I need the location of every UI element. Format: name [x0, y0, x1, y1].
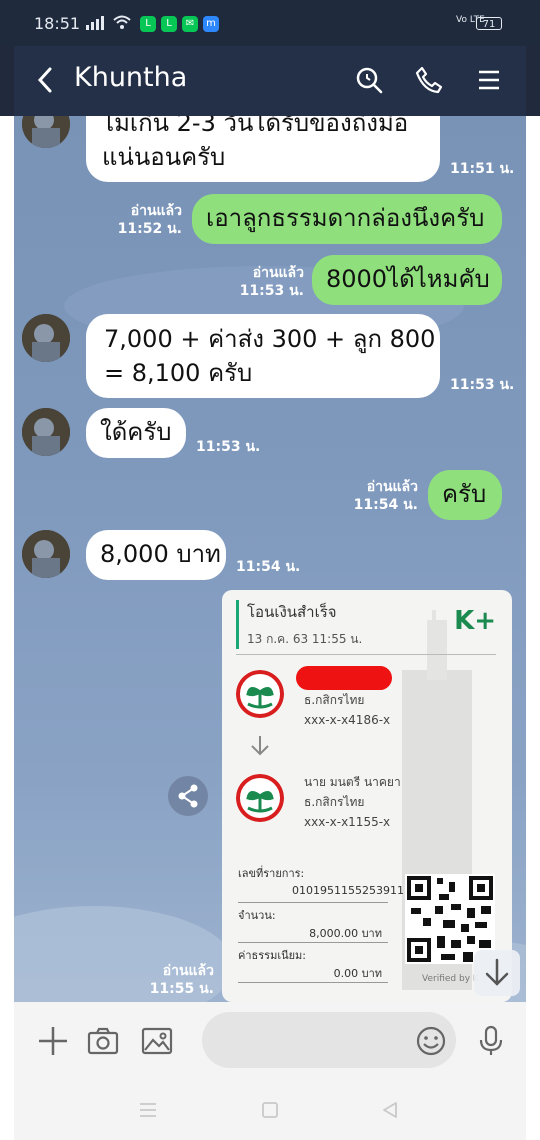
- transfer-slip-image[interactable]: โอนเงินสำเร็จ 13 ก.ค. 63 11:55 น. K+ ธ.ก…: [222, 590, 512, 1002]
- microphone-icon[interactable]: [474, 1024, 508, 1058]
- contact-name: Khuntha: [74, 62, 188, 93]
- message-bubble-incoming[interactable]: 8,000 บาท: [86, 530, 226, 580]
- fee-value: 0.00 บาท: [333, 967, 382, 980]
- message-bubble-incoming[interactable]: 7,000 + ค่าส่ง 300 + ลูก 800 = 8,100 ครั…: [86, 314, 440, 398]
- message-text: ไม่เกิน 2-3 วันได้รับของถึงมือ: [102, 116, 409, 137]
- plus-icon[interactable]: [36, 1024, 70, 1058]
- ref-label: เลขที่รายการ:: [238, 867, 305, 880]
- read-receipt: อ่านแล้ว 11:53 น.: [239, 265, 304, 299]
- fee-label: ค่าธรรมเนียม:: [238, 949, 306, 962]
- kbank-logo-icon: [236, 670, 284, 718]
- slip-datetime: 13 ก.ค. 63 11:55 น.: [247, 632, 363, 646]
- messenger-icon: m: [203, 16, 219, 32]
- status-bar: 18:51 L L ✉ m Vo LTE 71: [0, 0, 540, 46]
- divider: [238, 982, 388, 983]
- sender-account: ธ.กสิกรไทย xxx-x-x4186-x: [304, 693, 391, 727]
- message-text: ใด้ครับ: [100, 418, 172, 446]
- message-time: 11:51 น.: [450, 161, 515, 177]
- system-nav-bar: [14, 1086, 526, 1140]
- message-text: ครับ: [442, 480, 487, 508]
- back-arrow-icon[interactable]: [32, 65, 62, 95]
- battery-icon: 71: [476, 17, 502, 30]
- contact-avatar[interactable]: [22, 408, 70, 456]
- divider: [236, 654, 496, 655]
- back-nav-icon[interactable]: [380, 1100, 400, 1120]
- wifi-icon: [113, 15, 131, 29]
- contact-avatar[interactable]: [22, 116, 70, 148]
- screen-edge: [526, 116, 540, 1140]
- message-time: 11:54 น.: [236, 559, 301, 575]
- verified-label: Verified by K: [422, 974, 479, 984]
- message-text: = 8,100 ครับ: [104, 359, 253, 387]
- message-bubble-incoming[interactable]: ใด้ครับ: [86, 408, 186, 458]
- contact-avatar[interactable]: [22, 530, 70, 578]
- recents-icon[interactable]: [138, 1100, 158, 1120]
- line-app-icon-2: L: [161, 16, 177, 32]
- share-icon[interactable]: [168, 776, 208, 816]
- chat-header: Khuntha: [14, 46, 526, 116]
- message-time: 11:53 น.: [450, 377, 515, 393]
- message-bubble-outgoing[interactable]: ครับ: [428, 470, 502, 520]
- clock: 18:51: [34, 14, 81, 33]
- message-text: 8000ได้ไหมคับ: [326, 265, 490, 293]
- message-text: 7,000 + ค่าส่ง 300 + ลูก 800: [104, 325, 436, 353]
- message-text: เอาลูกธรรมดากล่องนึงครับ: [206, 204, 485, 232]
- read-receipt: อ่านแล้ว 11:52 น.: [117, 203, 182, 237]
- message-text: 8,000 บาท: [100, 540, 221, 568]
- search-icon[interactable]: [354, 65, 384, 95]
- message-app-icon: ✉: [182, 16, 198, 32]
- read-receipt: อ่านแล้ว 11:54 น.: [353, 479, 418, 513]
- arrow-down-icon: [251, 736, 269, 756]
- amount-label: จำนวน:: [238, 909, 276, 922]
- scroll-down-icon[interactable]: [474, 950, 520, 996]
- message-text: แน่นอนครับ: [102, 143, 226, 171]
- screen-edge: [0, 116, 14, 1140]
- read-receipt: อ่านแล้ว 11:55 น.: [149, 963, 214, 997]
- contact-avatar[interactable]: [22, 314, 70, 362]
- slip-title: โอนเงินสำเร็จ: [247, 603, 337, 621]
- image-icon[interactable]: [140, 1024, 174, 1058]
- camera-icon[interactable]: [86, 1024, 120, 1058]
- receiver-account: นาย มนตรี นาคยา ธ.กสิกรไทย xxx-x-x1155-x: [304, 775, 401, 829]
- slip-header: โอนเงินสำเร็จ 13 ก.ค. 63 11:55 น.: [236, 600, 362, 649]
- home-icon[interactable]: [260, 1100, 280, 1120]
- kbank-logo-icon: [236, 774, 284, 822]
- phone-call-icon[interactable]: [414, 65, 444, 95]
- signal-icon: [86, 16, 104, 30]
- message-bubble-incoming[interactable]: ไม่เกิน 2-3 วันได้รับของถึงมือ แน่นอนครั…: [86, 116, 440, 182]
- ref-value: 010195115525391117: [292, 884, 418, 897]
- message-input-bar: [14, 1002, 526, 1086]
- line-app-icon: L: [140, 16, 156, 32]
- kplus-logo: K+: [454, 606, 496, 636]
- emoji-icon[interactable]: [414, 1024, 448, 1058]
- amount-value: 8,000.00 บาท: [309, 927, 382, 940]
- menu-icon[interactable]: [474, 65, 504, 95]
- divider: [238, 942, 388, 943]
- message-time: 11:53 น.: [196, 439, 261, 455]
- message-bubble-outgoing[interactable]: 8000ได้ไหมคับ: [312, 255, 502, 305]
- divider: [238, 902, 388, 903]
- message-bubble-outgoing[interactable]: เอาลูกธรรมดากล่องนึงครับ: [192, 194, 502, 244]
- redacted-sender-name: [296, 666, 392, 690]
- chat-area[interactable]: ไม่เกิน 2-3 วันได้รับของถึงมือ แน่นอนครั…: [14, 116, 526, 1002]
